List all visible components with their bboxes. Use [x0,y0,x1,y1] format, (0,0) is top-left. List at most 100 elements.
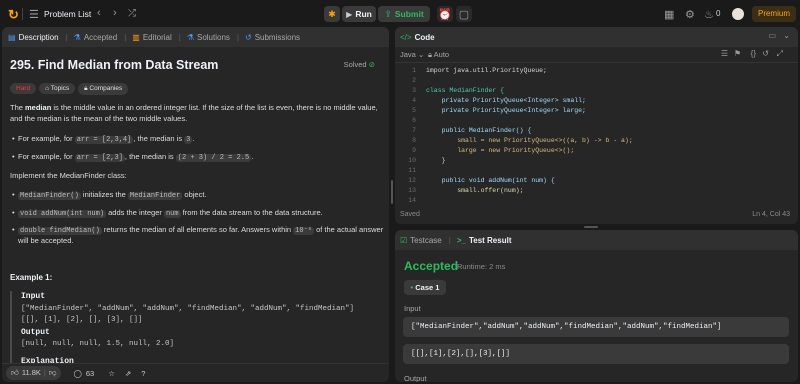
text: . [192,134,195,143]
top-bar: ↻ ☰ Problem List ‹ › ⤮ ✱ ▶ Run ⇪ Submit … [0,0,800,28]
debug-button[interactable]: ✱ [324,6,340,22]
solved-label: Solved [343,60,367,69]
tab-accepted[interactable]: ⚗ Accepted | [74,33,127,42]
line-number: 6 [412,117,416,124]
example-bullet-2: For example, for arr = [2,3], the median… [12,151,253,164]
like-count: 11.8K [21,368,41,377]
list-icon[interactable]: ☰ [29,8,39,21]
code-line: 14 [395,196,416,204]
code-editor[interactable]: 1 import java.util.PriorityQueue; 2 3 clas… [395,64,798,204]
share-icon[interactable]: ⇗ [125,369,131,378]
checkbox-icon: ☑ [400,235,408,245]
vertical-resize-handle[interactable] [391,180,393,204]
leetcode-logo-icon[interactable]: ↻ [8,7,20,22]
line-text: import java.util.PriorityQueue; [426,67,547,74]
comments-button[interactable]: ◯ 63 [73,369,94,378]
horizontal-resize-handle[interactable] [584,226,598,228]
alarm-icon[interactable]: ⏰ [437,6,453,22]
upload-icon: ⇪ [384,8,392,19]
line-text: class MedianFinder { [426,87,505,94]
language-label: Java [400,50,416,59]
code-line: 12 public void addNum(int num) { [395,176,555,186]
like-button[interactable]: 👍︎ 11.8K | 👎︎ [6,366,62,380]
editor-status-bar: Saved Ln 4, Col 43 [395,206,798,224]
text: object. [182,190,207,199]
flask-icon: ⚗ [186,32,194,42]
code-line: 3 class MedianFinder { [395,86,504,96]
list-icon[interactable]: ☰ [721,49,728,58]
star-icon[interactable]: ☆ [108,369,115,378]
chevron-left-icon[interactable]: ‹ [97,7,101,19]
text: For example, for [18,152,75,161]
avatar[interactable] [732,8,744,20]
inline-code: MedianFinder [127,192,183,200]
line-number: 9 [412,147,416,154]
line-text: public MedianFinder() { [426,127,532,134]
settings-icon[interactable]: ⚙ [685,8,695,21]
tab-solutions[interactable]: ⚗ Solutions | [187,33,239,42]
tab-test-result-label: Test Result [468,235,512,245]
line-number: 10 [408,157,416,164]
submit-button[interactable]: ⇪ Submit [378,6,430,22]
notes-icon[interactable]: ▢ [456,6,472,22]
bottom-action-bar: 👍︎ 11.8K | 👎︎ ◯ 63 ☆ ⇗ ? [2,363,389,382]
expand-icon[interactable]: ⌄ [783,31,790,40]
chevron-right-icon[interactable]: › [113,7,117,19]
line-number: 5 [412,107,416,114]
code-line: 2 [395,76,416,86]
code-line: 6 [395,116,416,126]
run-label: Run [355,9,372,19]
tab-editorial[interactable]: ▥ Editorial | [132,33,181,42]
comment-icon: ◯ [73,368,82,378]
text: returns the median of all elements so fa… [101,225,294,234]
output-label: Output [21,327,50,337]
help-icon[interactable]: ? [141,369,145,378]
line-number: 2 [412,77,416,84]
line-number: 12 [408,177,416,184]
braces-icon[interactable]: {} [751,49,756,58]
streak-fire-icon[interactable]: ♨ [704,8,714,21]
text: The [10,103,26,112]
tab-testcase-label: Testcase [410,235,442,245]
premium-button[interactable]: Premium [752,6,796,22]
median-bold: median [25,103,52,112]
problem-list-link[interactable]: Problem List [44,9,91,19]
thumbs-down-icon[interactable]: 👎︎ [49,368,57,378]
difficulty-badge: Hard [10,83,37,94]
bookmark-icon[interactable]: ⚑ [734,49,741,58]
reset-icon[interactable]: ↺ [762,49,769,58]
result-tabs: ☑ Testcase | >_ Test Result [395,230,798,250]
layout-icon[interactable]: ▦ [664,8,674,21]
fullscreen-icon[interactable]: ⤢ [777,49,783,59]
tab-test-result[interactable]: >_ Test Result [457,236,512,245]
collapse-icon[interactable]: ▭ [768,31,776,40]
text: from the data stream to the data structu… [180,208,323,217]
line-number: 7 [412,127,416,134]
topics-chip[interactable]: ⌂ Topics [39,83,76,94]
text: , the median is [124,152,176,161]
tab-submissions[interactable]: ↺ Submissions [245,33,300,42]
example-output-1: [null, null, null, 1.5, null, 2.0] [21,340,175,348]
line-number: 4 [412,97,416,104]
comment-count: 63 [85,368,95,378]
tab-submissions-label: Submissions [254,32,301,42]
inline-code: void addNum(int num) [18,210,107,218]
text: adds the integer [106,208,164,217]
code-line: 9 large = new PriorityQueue<>(); [395,146,574,156]
line-text: large = new PriorityQueue<>(); [426,147,575,154]
auto-toggle[interactable]: 🔒︎ Auto [428,50,449,60]
inline-code: (2 + 3) / 2 = 2.5 [175,154,252,162]
run-button[interactable]: ▶ Run [342,6,376,22]
play-icon: ▶ [346,9,353,19]
inline-code: arr = [2,3] [74,154,125,162]
companies-chip[interactable]: 🔒︎ Companies [78,83,129,95]
line-text: small = new PriorityQueue<>((a, b) -> b … [426,137,633,144]
result-panel: ☑ Testcase | >_ Test Result Accepted Runtim… [395,230,798,382]
streak-count: 0 [716,9,721,18]
case-1-tab[interactable]: • Case 1 [404,280,446,295]
check-circle-icon: ⊘ [368,60,375,69]
tab-description[interactable]: ▤ Description | [8,33,68,42]
shuffle-icon[interactable]: ⤮ [128,8,136,19]
tab-testcase[interactable]: ☑ Testcase | [400,236,451,245]
language-select[interactable]: Java ⌄ [400,50,424,59]
